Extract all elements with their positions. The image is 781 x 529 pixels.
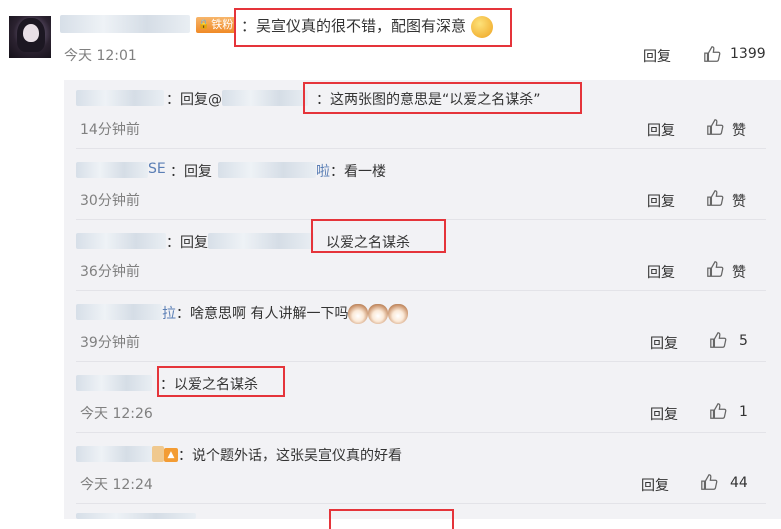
reply-text: ：以爱之名谋杀 (160, 377, 258, 393)
reply-text: ：这两张图的意思是“以爱之名谋杀” (316, 92, 541, 108)
reply-username-suffix[interactable]: 拉 (162, 303, 176, 323)
reply-username-blurred[interactable] (76, 162, 148, 178)
reply-time: 今天 12:24 (80, 477, 153, 493)
reply-username-blurred[interactable] (76, 513, 196, 519)
comment-text: ：吴宣仪真的很不错，配图有深意 (241, 15, 493, 38)
like-count[interactable]: 1 (739, 404, 748, 420)
like-label[interactable]: 赞 (732, 262, 746, 282)
like-count[interactable]: 5 (739, 333, 748, 349)
reply-text: ：看一楼 (330, 164, 386, 180)
divider (76, 148, 766, 149)
thumbs-up-icon[interactable] (703, 45, 721, 63)
like-count[interactable]: 1399 (730, 46, 766, 62)
reply-username-blurred[interactable] (76, 375, 152, 391)
thumbs-up-icon[interactable] (706, 118, 724, 136)
reply-text: ：说个题外话，这张吴宣仪真的好看 (178, 448, 402, 464)
reply-button[interactable]: 回复 (647, 191, 675, 211)
reply-text: 以爱之名谋杀 (326, 235, 410, 251)
thumbs-up-icon[interactable] (700, 473, 718, 491)
highlight-box (329, 509, 454, 529)
thumbs-up-icon[interactable] (706, 260, 724, 278)
reply-text: ：啥意思啊 有人讲解一下吗 (176, 303, 409, 324)
thumbs-up-icon[interactable] (709, 331, 727, 349)
reply-button[interactable]: 回复 (650, 404, 678, 424)
reply-prefix: ：回复 (170, 164, 212, 180)
reply-mention-blurred[interactable] (208, 233, 314, 249)
reply-time: 14分钟前 (80, 122, 140, 138)
like-count[interactable]: 44 (730, 475, 748, 491)
reply-time: 今天 12:26 (80, 406, 153, 422)
reply-username-blurred[interactable] (76, 304, 162, 320)
comment-text-content: ：吴宣仪真的很不错，配图有深意 (241, 17, 467, 35)
user-avatar-small (152, 446, 164, 462)
smile-emoji-icon (470, 15, 493, 38)
reply-button[interactable]: 回复 (641, 475, 669, 495)
divider (76, 432, 766, 433)
lock-icon: 🔒 (198, 20, 210, 30)
thumbs-up-icon[interactable] (709, 402, 727, 420)
like-label[interactable]: 赞 (732, 191, 746, 211)
reply-button[interactable]: 回复 (650, 333, 678, 353)
reply-mention-suffix[interactable]: 啦 (316, 161, 330, 181)
reply-time: 30分钟前 (80, 193, 140, 209)
reply-time: 36分钟前 (80, 264, 140, 280)
username-blurred[interactable] (60, 15, 190, 33)
avatar[interactable] (9, 16, 51, 58)
reply-username-blurred[interactable] (76, 233, 166, 249)
comment-time: 今天 12:01 (64, 48, 137, 64)
thumbs-up-icon[interactable] (706, 189, 724, 207)
fan-badge-icon: ▲ (164, 448, 178, 462)
reply-button[interactable]: 回复 (643, 46, 671, 66)
reply-username-suffix[interactable]: SE (148, 161, 166, 177)
reply-prefix: ：回复@ (166, 92, 222, 108)
divider (76, 290, 766, 291)
reply-username-blurred[interactable] (76, 90, 164, 106)
reply-mention-blurred[interactable] (222, 90, 308, 106)
reply-username-blurred[interactable] (76, 446, 152, 462)
cat-emoji-icon (368, 304, 389, 324)
reply-button[interactable]: 回复 (647, 262, 675, 282)
divider (76, 361, 766, 362)
reply-text-content: ：啥意思啊 有人讲解一下吗 (176, 306, 349, 322)
reply-time: 39分钟前 (80, 335, 140, 351)
divider (76, 503, 766, 504)
reply-button[interactable]: 回复 (647, 120, 675, 140)
like-label[interactable]: 赞 (732, 120, 746, 140)
reply-prefix: ：回复 (166, 235, 208, 251)
cat-emoji-icon (348, 304, 369, 324)
cat-emoji-icon (388, 304, 409, 324)
reply-mention-blurred[interactable] (218, 162, 316, 178)
fan-badge: 🔒 铁粉 (196, 17, 237, 33)
